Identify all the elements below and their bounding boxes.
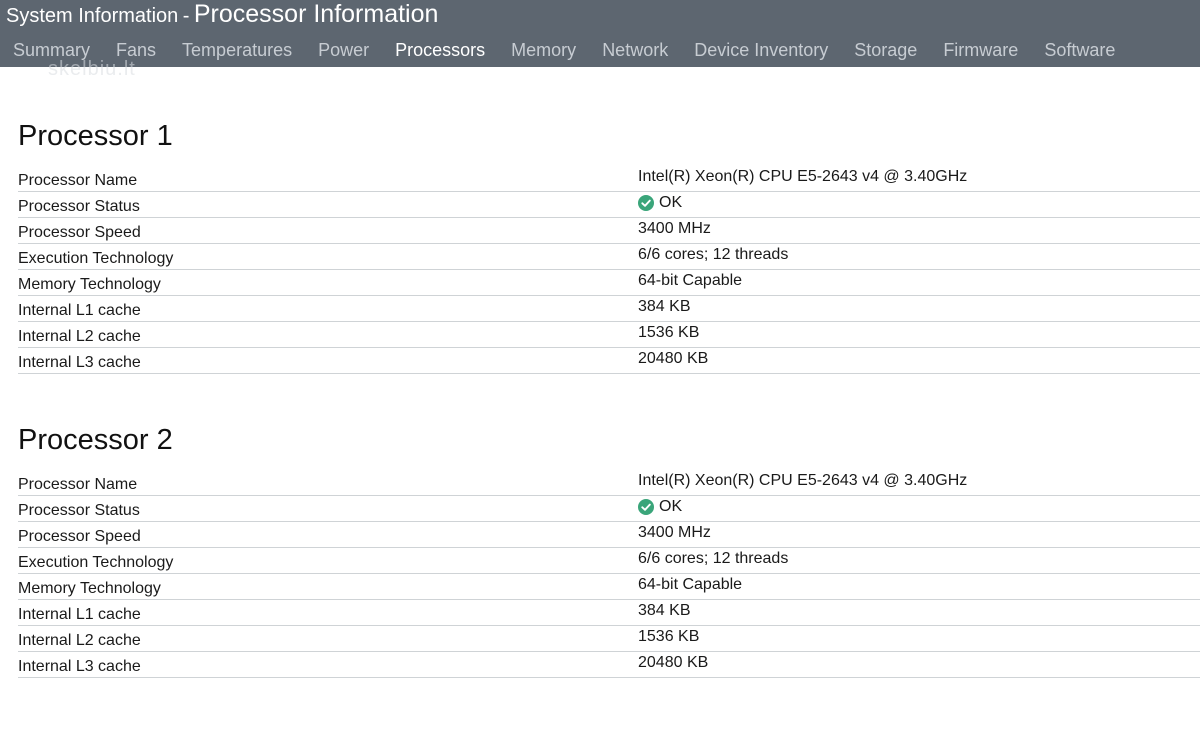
row-value: 3400 MHz bbox=[638, 220, 711, 237]
row-label: Processor Speed bbox=[18, 224, 141, 241]
row-value: 1536 KB bbox=[638, 628, 700, 645]
row-label: Internal L2 cache bbox=[18, 328, 141, 345]
page-title: System Information - Processor Informati… bbox=[6, 0, 438, 30]
row-value: 6/6 cores; 12 threads bbox=[638, 246, 789, 263]
table-row: Internal L2 cache 1536 KB bbox=[18, 322, 1200, 348]
tab-power[interactable]: Power bbox=[305, 36, 382, 64]
section-title: Processor 2 bbox=[18, 424, 173, 456]
tab-bar: Summary Fans Temperatures Power Processo… bbox=[0, 36, 1128, 64]
row-value: 20480 KB bbox=[638, 654, 709, 671]
tab-temperatures[interactable]: Temperatures bbox=[169, 36, 305, 64]
table-row: Execution Technology 6/6 cores; 12 threa… bbox=[18, 244, 1200, 270]
table-row: Processor Name Intel(R) Xeon(R) CPU E5-2… bbox=[18, 470, 1200, 496]
processor-2-section: Processor 2 Processor Name Intel(R) Xeon… bbox=[18, 420, 1200, 678]
row-label: Memory Technology bbox=[18, 580, 161, 597]
row-value: 384 KB bbox=[638, 298, 691, 315]
row-label: Internal L3 cache bbox=[18, 658, 141, 675]
row-label: Processor Status bbox=[18, 502, 140, 519]
title-separator: - bbox=[182, 5, 190, 27]
row-value: Intel(R) Xeon(R) CPU E5-2643 v4 @ 3.40GH… bbox=[638, 168, 968, 185]
row-label: Processor Speed bbox=[18, 528, 141, 545]
row-label: Processor Name bbox=[18, 476, 138, 493]
row-label: Internal L3 cache bbox=[18, 354, 141, 371]
row-label: Internal L1 cache bbox=[18, 302, 141, 319]
row-value: 64-bit Capable bbox=[638, 576, 743, 593]
watermark: skelbiu.lt bbox=[48, 58, 136, 80]
row-value: 20480 KB bbox=[638, 350, 709, 367]
table-row: Internal L2 cache 1536 KB bbox=[18, 626, 1200, 652]
row-value: Intel(R) Xeon(R) CPU E5-2643 v4 @ 3.40GH… bbox=[638, 472, 968, 489]
table-row: Execution Technology 6/6 cores; 12 threa… bbox=[18, 548, 1200, 574]
title-prefix: System Information bbox=[6, 5, 179, 27]
tab-device-inventory[interactable]: Device Inventory bbox=[681, 36, 841, 64]
section-title: Processor 1 bbox=[18, 120, 173, 152]
properties-table: Processor Name Intel(R) Xeon(R) CPU E5-2… bbox=[18, 470, 1200, 678]
row-label: Internal L1 cache bbox=[18, 606, 141, 623]
row-label: Memory Technology bbox=[18, 276, 161, 293]
header-bar: System Information - Processor Informati… bbox=[0, 0, 1200, 67]
row-value: 6/6 cores; 12 threads bbox=[638, 550, 789, 567]
row-label: Execution Technology bbox=[18, 250, 174, 267]
check-circle-icon bbox=[638, 499, 654, 515]
tab-network[interactable]: Network bbox=[589, 36, 681, 64]
row-value: 3400 MHz bbox=[638, 524, 711, 541]
tab-processors[interactable]: Processors bbox=[382, 36, 498, 64]
tab-firmware[interactable]: Firmware bbox=[930, 36, 1031, 64]
table-row: Internal L1 cache 384 KB bbox=[18, 296, 1200, 322]
tab-memory[interactable]: Memory bbox=[498, 36, 589, 64]
row-value: 1536 KB bbox=[638, 324, 700, 341]
table-row: Processor Speed 3400 MHz bbox=[18, 218, 1200, 244]
table-row: Processor Name Intel(R) Xeon(R) CPU E5-2… bbox=[18, 166, 1200, 192]
status-value: OK bbox=[638, 194, 682, 212]
table-row: Processor Speed 3400 MHz bbox=[18, 522, 1200, 548]
processor-1-section: Processor 1 Processor Name Intel(R) Xeon… bbox=[18, 116, 1200, 374]
row-label: Processor Name bbox=[18, 172, 138, 189]
title-main: Processor Information bbox=[193, 0, 439, 28]
row-label: Execution Technology bbox=[18, 554, 174, 571]
table-row: Internal L1 cache 384 KB bbox=[18, 600, 1200, 626]
table-row: Processor Status OK bbox=[18, 496, 1200, 522]
status-text: OK bbox=[659, 194, 683, 211]
row-label: Internal L2 cache bbox=[18, 632, 141, 649]
properties-table: Processor Name Intel(R) Xeon(R) CPU E5-2… bbox=[18, 166, 1200, 374]
table-row: Memory Technology 64-bit Capable bbox=[18, 574, 1200, 600]
table-row: Processor Status OK bbox=[18, 192, 1200, 218]
row-label: Processor Status bbox=[18, 198, 140, 215]
table-row: Memory Technology 64-bit Capable bbox=[18, 270, 1200, 296]
table-row: Internal L3 cache 20480 KB bbox=[18, 652, 1200, 678]
tab-storage[interactable]: Storage bbox=[841, 36, 930, 64]
status-value: OK bbox=[638, 498, 682, 516]
table-row: Internal L3 cache 20480 KB bbox=[18, 348, 1200, 374]
tab-software[interactable]: Software bbox=[1031, 36, 1128, 64]
row-value: 64-bit Capable bbox=[638, 272, 743, 289]
row-value: 384 KB bbox=[638, 602, 691, 619]
check-circle-icon bbox=[638, 195, 654, 211]
status-text: OK bbox=[659, 498, 683, 515]
